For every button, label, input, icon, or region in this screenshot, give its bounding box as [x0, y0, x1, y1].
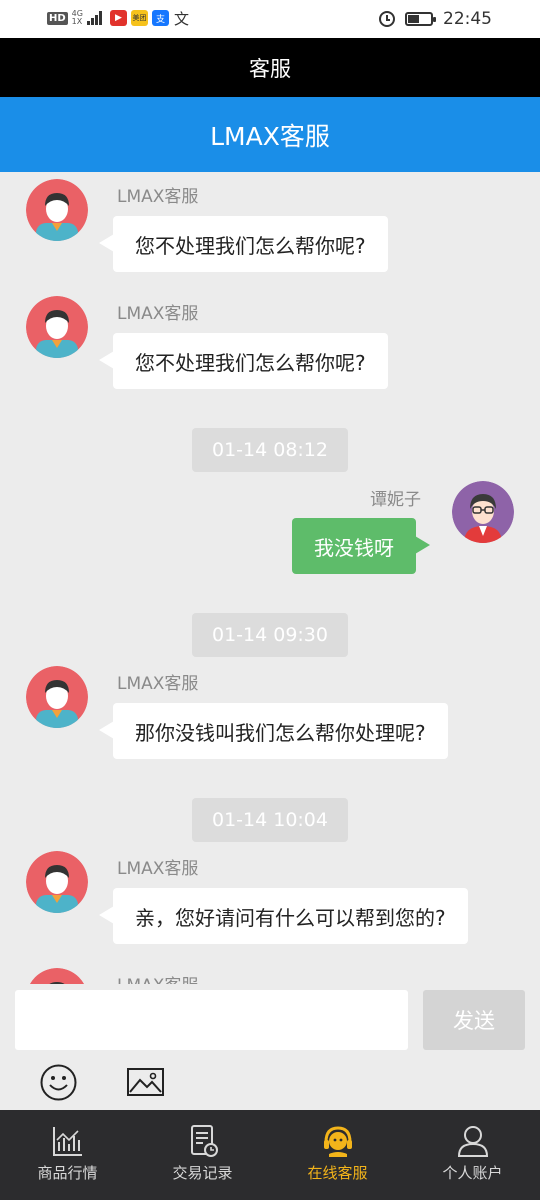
message-outgoing: 谭妮子 我没钱呀 [0, 477, 540, 587]
message-bubble[interactable]: 您不处理我们怎么帮你呢? [99, 216, 388, 272]
timestamp: 01-14 10:04 [192, 798, 348, 842]
agent-avatar [26, 968, 88, 984]
alarm-icon [379, 11, 395, 27]
battery-icon [405, 12, 436, 26]
meituan-icon: 美团 [130, 10, 148, 26]
network-sub: 1X [71, 17, 83, 26]
sender-name: LMAX客服 [117, 859, 199, 879]
tab-bar: 商品行情 交易记录 在线客服 个人账户 [0, 1110, 540, 1200]
message-incoming: LMAX客服 您不处理我们怎么帮你呢? [0, 289, 540, 399]
tab-records[interactable]: 交易记录 [135, 1110, 270, 1200]
message-bubble[interactable]: 我没钱呀 [292, 518, 430, 574]
agent-avatar [26, 666, 88, 728]
emoji-icon[interactable] [40, 1064, 77, 1101]
chat-list[interactable]: LMAX客服 您不处理我们怎么帮你呢? LMAX客服 您不处理我们怎么帮你呢? … [0, 172, 540, 984]
message-bubble[interactable]: 亲，您好请问有什么可以帮到您的? [99, 888, 468, 944]
alipay-icon: 支 [151, 10, 169, 26]
timestamp: 01-14 09:30 [192, 613, 348, 657]
tab-label: 在线客服 [307, 1164, 368, 1182]
image-icon[interactable] [127, 1068, 164, 1096]
chat-title: LMAX客服 [210, 121, 330, 151]
page-title: 客服 [249, 56, 291, 81]
headset-icon [323, 1126, 352, 1157]
tab-service[interactable]: 在线客服 [270, 1110, 405, 1200]
tab-label: 商品行情 [37, 1164, 98, 1182]
record-icon [190, 1125, 218, 1157]
send-button[interactable]: 发送 [423, 990, 525, 1050]
hd-indicator: HD [47, 11, 68, 25]
message-incoming: LMAX客服 亲，您好请问有什么可以帮到您的? [0, 844, 540, 954]
status-left: HD 4G 1X ▶ 美团 支 文 [47, 9, 190, 28]
user-icon [457, 1126, 488, 1157]
clock: 22:45 [443, 9, 492, 29]
message-incoming: LMAX客服 您不处理我们怎么帮你呢? [0, 172, 540, 282]
message-bubble[interactable]: 您不处理我们怎么帮你呢? [99, 333, 388, 389]
signal-icon [86, 11, 102, 25]
status-right: 22:45 [379, 9, 492, 29]
message-input[interactable] [15, 990, 408, 1050]
sender-name: LMAX客服 [117, 187, 199, 207]
tab-market[interactable]: 商品行情 [0, 1110, 135, 1200]
message-incoming: LMAX客服 那你没钱叫我们怎么帮你处理呢? [0, 659, 540, 769]
chat-title-bar: LMAX客服 [0, 97, 540, 172]
agent-avatar [26, 296, 88, 358]
agent-avatar [26, 851, 88, 913]
timestamp: 01-14 08:12 [192, 428, 348, 472]
text-app-icon: 文 [173, 9, 189, 28]
sender-name: 谭妮子 [370, 490, 421, 510]
status-bar: HD 4G 1X ▶ 美团 支 文 22:45 [0, 0, 540, 38]
message-bubble[interactable]: 那你没钱叫我们怎么帮你处理呢? [99, 703, 448, 759]
chart-icon [52, 1127, 82, 1156]
tab-label: 个人账户 [442, 1164, 503, 1182]
tab-label: 交易记录 [172, 1164, 233, 1182]
network-type: 4G 1X [72, 10, 83, 26]
sender-name: LMAX客服 [117, 971, 198, 984]
message-incoming: LMAX客服 [0, 961, 540, 984]
agent-avatar [26, 179, 88, 241]
user-avatar [452, 481, 514, 543]
sender-name: LMAX客服 [117, 674, 199, 694]
video-app-icon: ▶ [109, 10, 127, 26]
tab-account[interactable]: 个人账户 [405, 1110, 540, 1200]
top-bar: 客服 [0, 38, 540, 97]
sender-name: LMAX客服 [117, 304, 199, 324]
input-area: 发送 [0, 984, 540, 1110]
